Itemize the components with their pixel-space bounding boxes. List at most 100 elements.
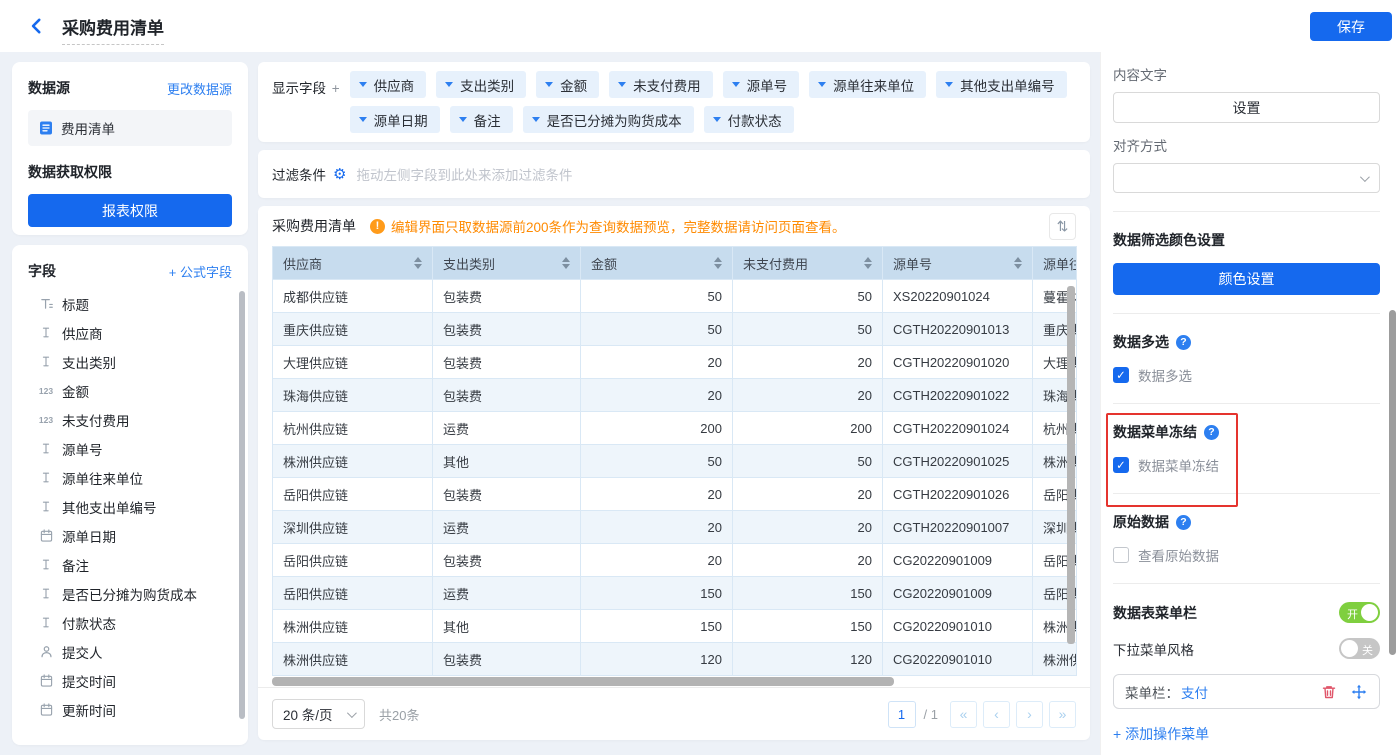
sort-icon[interactable] [714,257,722,269]
field-item[interactable]: 支出类别 [28,347,232,376]
display-field-chip[interactable]: 供应商 [349,71,427,98]
table-cell: CGTH20220901007 [882,510,1033,544]
table-scrollbar[interactable] [1067,286,1075,644]
field-item[interactable]: 标题 [28,289,232,318]
column-header[interactable]: 供应商 [272,246,433,280]
display-field-chip[interactable]: 未支付费用 [609,71,713,98]
last-page-button[interactable]: » [1049,700,1076,728]
content-settings-button[interactable]: 设置 [1113,92,1380,123]
field-item[interactable]: 其他支出单编号 [28,492,232,521]
help-icon[interactable]: ? [1176,514,1191,530]
back-button[interactable] [28,16,46,36]
table-row[interactable]: 深圳供应链运费2020CGTH20220901007深圳供应链 [272,510,1077,544]
page-scrollbar[interactable] [1389,310,1396,655]
field-item[interactable]: 供应商 [28,318,232,347]
display-field-chip[interactable]: 其他支出单编号 [936,71,1067,98]
page-number-input[interactable]: 1 [887,700,916,728]
number-field-icon: 123 [38,385,54,396]
table-row[interactable]: 岳阳供应链包装费2020CG20220901009岳阳供应链 [272,543,1077,577]
filter-panel: 过滤条件 ⚙ 拖动左侧字段到此处来添加过滤条件 [258,150,1090,198]
menu-item-pay-link[interactable]: 支付 [1181,682,1208,702]
table-cell: CG20220901009 [882,576,1033,610]
field-item[interactable]: 更新时间 [28,695,232,724]
horizontal-scrollbar[interactable] [272,677,894,686]
column-header[interactable]: 源单往来单位 [1032,246,1077,280]
fields-scrollbar[interactable] [239,291,245,719]
table-row[interactable]: 成都供应链包装费5050XS20220901024蔓霍材料 [272,279,1077,313]
sort-icon[interactable] [864,257,872,269]
table-row[interactable]: 株洲供应链包装费120120CG20220901010株洲供应链 [272,642,1077,676]
display-field-chip[interactable]: 是否已分摊为购货成本 [522,106,694,133]
table-row[interactable]: 杭州供应链运费200200CGTH20220901024杭州供应链 [272,411,1077,445]
table-warning-text: 编辑界面只取数据源前200条作为查询数据预览，完整数据请访问页面查看。 [391,220,846,235]
first-page-button[interactable]: « [950,700,977,728]
display-field-chip[interactable]: 金额 [536,71,600,98]
report-permission-button[interactable]: 报表权限 [28,194,232,227]
column-header[interactable]: 源单号 [882,246,1033,280]
column-header[interactable]: 支出类别 [432,246,581,280]
change-datasource-link[interactable]: 更改数据源 [167,79,232,98]
table-row[interactable]: 珠海供应链包装费2020CGTH20220901022珠海供应链 [272,378,1077,412]
display-field-chip[interactable]: 源单日期 [349,106,440,133]
add-display-field-button[interactable]: + [332,81,340,96]
warning-icon: ! [370,218,385,234]
field-item[interactable]: 提交时间 [28,666,232,695]
display-field-chip[interactable]: 备注 [449,106,513,133]
chip-label: 付款状态 [727,113,782,129]
field-item[interactable]: 源单号 [28,434,232,463]
page-size-select[interactable]: 20 条/页 [272,699,365,729]
field-item[interactable]: 备注 [28,550,232,579]
sort-order-button[interactable]: ⇅ [1049,212,1076,240]
save-button[interactable]: 保存 [1310,12,1392,41]
table-row[interactable]: 大理供应链包装费2020CGTH20220901020大理供应链 [272,345,1077,379]
table-row[interactable]: 岳阳供应链包装费2020CGTH20220901026岳阳供应链 [272,477,1077,511]
table-cell: 岳阳供应链 [272,477,433,511]
menu-freeze-checkbox[interactable]: ✓ 数据菜单冻结 [1113,455,1380,475]
sort-icon[interactable] [562,257,570,269]
multi-select-checkbox[interactable]: ✓ 数据多选 [1113,365,1380,385]
chips-container: 供应商 支出类别 金额 未支付费用 源单号 源单往来单位 其他支出单编号源单日期 备注 是否已分… [349,71,1076,133]
table-cell: CG20220901010 [882,642,1033,676]
chip-label: 支出类别 [460,78,515,94]
menubar-toggle[interactable]: 开 [1339,602,1380,623]
raw-data-checkbox[interactable]: 查看原始数据 [1113,545,1380,565]
field-item[interactable]: 是否已分摊为购货成本 [28,579,232,608]
field-item[interactable]: 源单往来单位 [28,463,232,492]
trash-icon[interactable] [1320,683,1338,701]
table-row[interactable]: 岳阳供应链运费150150CG20220901009岳阳供应链 [272,576,1077,610]
field-item[interactable]: 源单日期 [28,521,232,550]
help-icon[interactable]: ? [1176,334,1191,350]
gear-icon[interactable]: ⚙ [333,167,346,182]
datasource-item[interactable]: 费用清单 [28,110,232,146]
prev-page-button[interactable]: ‹ [983,700,1010,728]
column-header[interactable]: 未支付费用 [732,246,883,280]
display-field-chip[interactable]: 支出类别 [436,71,527,98]
table-row[interactable]: 重庆供应链包装费5050CGTH20220901013重庆供应链 [272,312,1077,346]
align-label: 对齐方式 [1113,139,1167,154]
dropdown-style-toggle[interactable]: 关 [1339,638,1380,659]
menu-bar-item[interactable]: 菜单栏： 支付 [1113,674,1380,709]
column-header[interactable]: 金额 [580,246,733,280]
date-field-icon [38,674,54,687]
next-page-button[interactable]: › [1016,700,1043,728]
sort-icon[interactable] [1014,257,1022,269]
display-field-chip[interactable]: 源单号 [722,71,800,98]
color-settings-button[interactable]: 颜色设置 [1113,263,1380,295]
table-row[interactable]: 株洲供应链其他5050CGTH20220901025株洲供应链 [272,444,1077,478]
help-icon[interactable]: ? [1204,424,1219,440]
column-header-label: 支出类别 [443,256,496,272]
align-select[interactable] [1113,163,1380,193]
display-field-chip[interactable]: 付款状态 [703,106,794,133]
field-item[interactable]: 123 未支付费用 [28,405,232,434]
field-item[interactable]: 123 金额 [28,376,232,405]
field-item[interactable]: 提交人 [28,637,232,666]
move-icon[interactable] [1350,683,1368,701]
field-item[interactable]: 付款状态 [28,608,232,637]
left-sidebar: 数据源 更改数据源 费用清单 数据获取权限 报表权限 字段 + 公式字段 标题供… [12,62,248,745]
sort-icon[interactable] [414,257,422,269]
field-item-label: 源单号 [62,442,103,458]
display-field-chip[interactable]: 源单往来单位 [809,71,927,98]
add-formula-field-link[interactable]: + 公式字段 [169,262,232,281]
table-row[interactable]: 株洲供应链其他150150CG20220901010株洲供应链 [272,609,1077,643]
add-action-menu-link[interactable]: + 添加操作菜单 [1113,724,1209,744]
